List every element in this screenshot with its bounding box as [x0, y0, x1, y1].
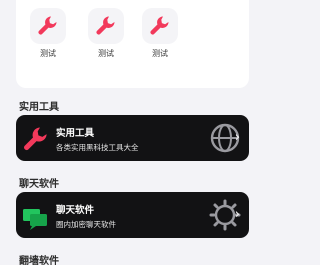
tool-label: 测试 — [98, 49, 114, 58]
tool-item-1[interactable]: 测试 — [30, 8, 66, 59]
chat-bubbles-icon — [23, 209, 47, 230]
card-subtitle: 各类实用黑科技工具大全 — [56, 143, 139, 152]
tool-label: 测试 — [152, 49, 168, 58]
tools-category-card[interactable]: 实用工具 各类实用黑科技工具大全 › — [16, 115, 249, 161]
tool-item-3[interactable]: 测试 — [142, 8, 178, 59]
wrench-icon — [24, 127, 47, 151]
card-title: 聊天软件 — [56, 205, 95, 216]
wrench-icon — [88, 8, 124, 44]
tool-label: 测试 — [40, 49, 56, 58]
chevron-right-icon: › — [234, 207, 240, 222]
section-title-tools: 实用工具 — [19, 102, 59, 113]
tools-card: 测试 测试 测试 — [16, 0, 249, 88]
tool-item-2[interactable]: 测试 — [88, 8, 124, 59]
chevron-right-icon: › — [234, 130, 240, 145]
wrench-icon — [30, 8, 66, 44]
chat-category-card[interactable]: 聊天软件 圈内加密聊天软件 › — [16, 192, 249, 238]
section-title-chat: 聊天软件 — [19, 179, 59, 190]
card-subtitle: 圈内加密聊天软件 — [56, 220, 116, 229]
page: 测试 测试 测试 实用工具 实用工具 各类实用黑科技工具大全 › 聊天软件 聊天… — [0, 0, 265, 265]
card-title: 实用工具 — [56, 128, 95, 139]
section-title-vpn: 翻墙软件 — [19, 256, 59, 265]
wrench-icon — [142, 8, 178, 44]
